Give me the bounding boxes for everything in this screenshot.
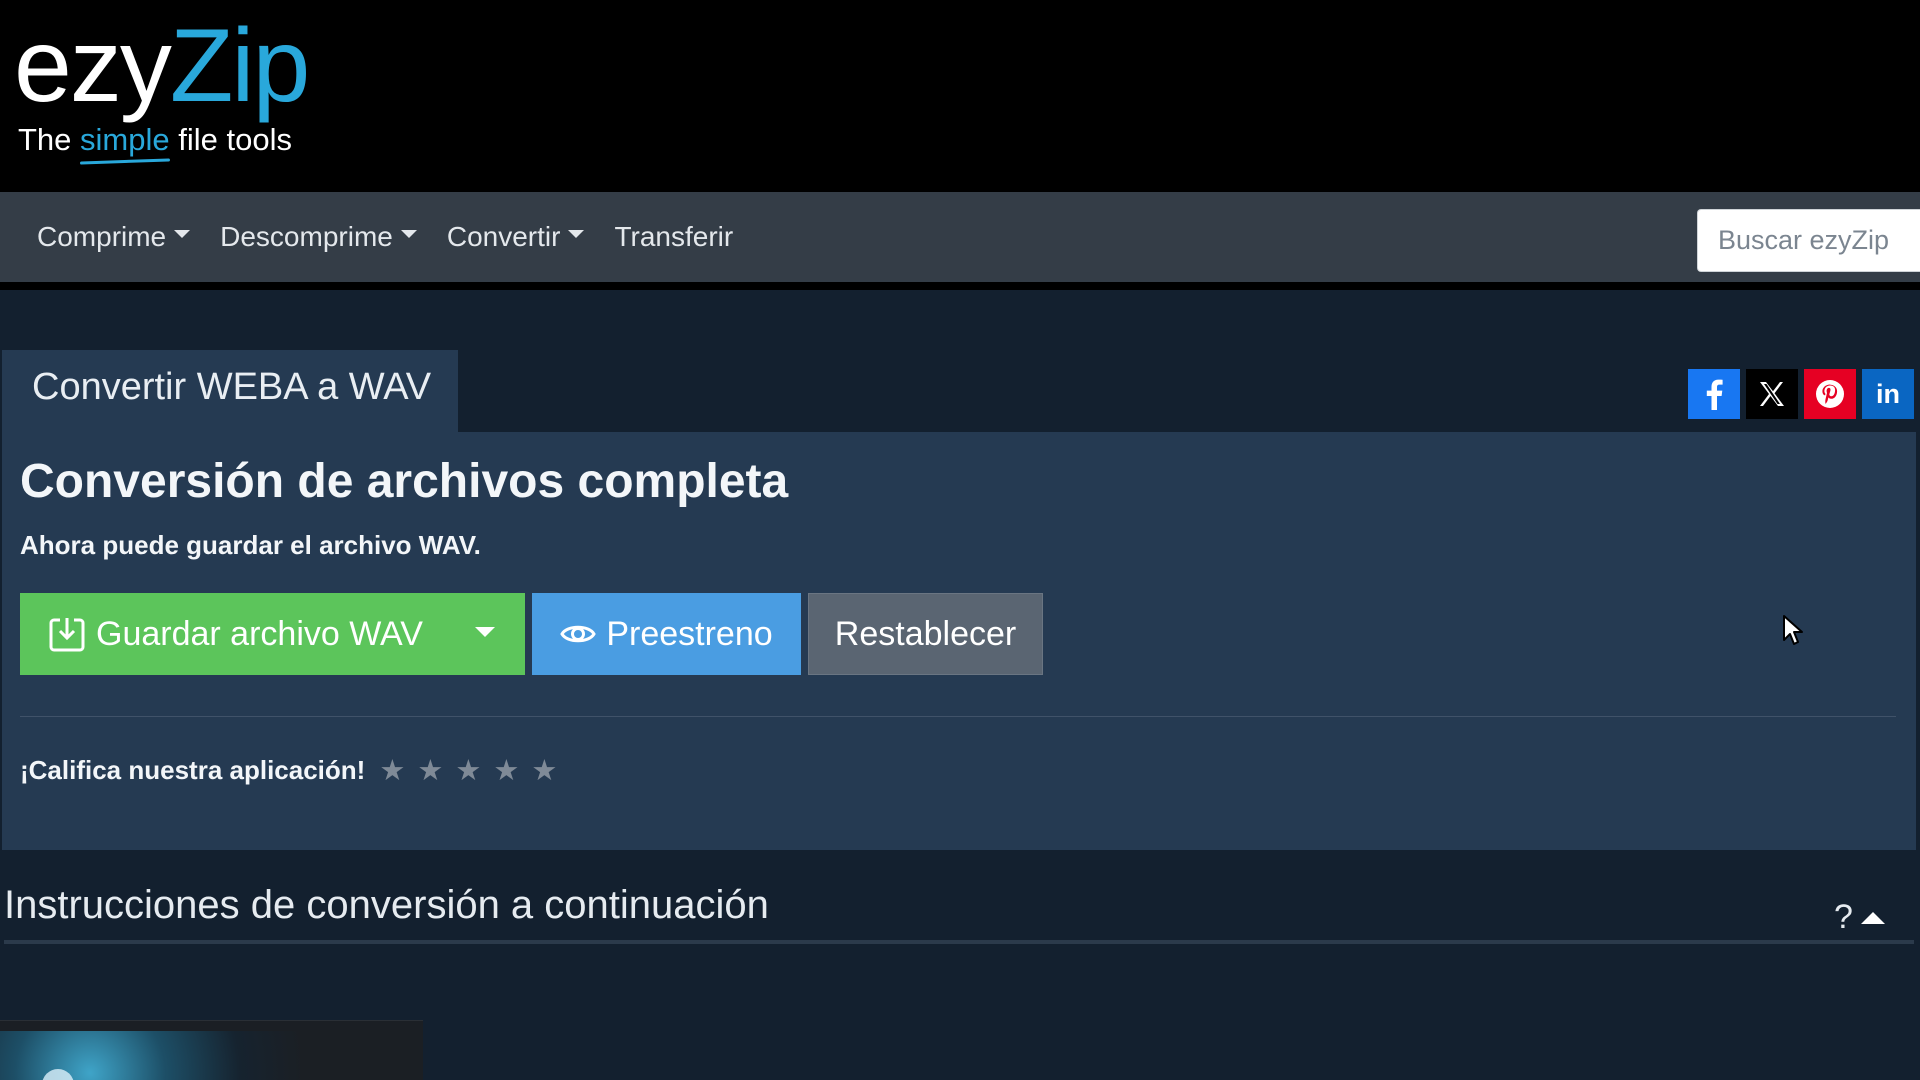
mouse-cursor-icon [1783,615,1803,645]
star-icon[interactable]: ★ [493,753,519,788]
x-share-button[interactable] [1746,369,1798,419]
nav-item-label: Descomprime [220,221,393,252]
conversion-result-panel: Conversión de archivos completa Ahora pu… [2,432,1916,850]
nav-item-transferir[interactable]: Transferir [614,221,733,253]
nav-item-label: Comprime [37,221,167,252]
star-icon[interactable]: ★ [417,753,443,788]
nav-item-convertir[interactable]: Convertir [447,221,585,253]
tagline-after: file tools [178,122,292,157]
panel-divider [20,716,1896,717]
instructions-heading: Instrucciones de conversión a continuaci… [4,883,769,927]
page: ezyZip The simple file tools Comprime De… [0,0,1920,1080]
eye-icon [560,625,597,643]
star-icon[interactable]: ★ [531,753,557,788]
tab-convertir-weba-wav[interactable]: Convertir WEBA a WAV [2,350,458,432]
save-button-label: Guardar archivo WAV [96,614,423,653]
site-header: ezyZip The simple file tools [0,0,1920,192]
linkedin-icon: in [1876,378,1900,409]
caret-up-icon [1860,911,1885,924]
nav-item-label: Convertir [446,221,561,252]
reset-button-label: Restablecer [834,614,1017,653]
facebook-icon [1706,379,1723,410]
conversion-title: Conversión de archivos completa [20,455,789,508]
instructions-toggle[interactable]: ? [1834,898,1885,937]
save-options-dropdown[interactable] [445,593,525,675]
rating-section: ¡Califica nuestra aplicación! ★ ★ ★ ★ ★ [20,753,557,788]
nav-item-descomprime[interactable]: Descomprime [220,221,417,253]
pinterest-icon [1816,380,1844,408]
preview-button-label: Preestreno [606,614,773,653]
facebook-share-button[interactable] [1688,369,1740,419]
video-thumbnail-image [0,1031,300,1080]
preview-button[interactable]: Preestreno [532,593,801,675]
help-icon: ? [1834,898,1853,936]
ezyzip-logo[interactable]: ezyZip The simple file tools [14,14,310,157]
logo-tagline: The simple file tools [18,122,292,158]
download-icon [49,617,85,652]
reset-button[interactable]: Restablecer [808,593,1043,675]
save-wav-button-group: Guardar archivo WAV [20,593,525,675]
star-icon[interactable]: ★ [455,753,481,788]
instructions-video-thumbnail[interactable] [0,1020,423,1080]
tab-label: Convertir WEBA a WAV [32,366,432,408]
conversion-subtitle: Ahora puede guardar el archivo WAV. [20,530,481,560]
main-navbar: Comprime Descomprime Convertir Transferi… [0,192,1920,290]
x-icon [1760,382,1784,406]
logo-zip: Zip [169,8,310,124]
linkedin-share-button[interactable]: in [1862,369,1914,419]
caret-down-icon [475,627,495,637]
search-input[interactable] [1697,209,1920,272]
rating-stars: ★ ★ ★ ★ ★ [379,753,557,788]
caret-down-icon [400,230,417,238]
caret-down-icon [174,230,191,238]
instructions-divider [4,940,1914,944]
save-wav-button[interactable]: Guardar archivo WAV [20,593,423,675]
nav-item-label: Transferir [614,221,734,252]
caret-down-icon [568,230,585,238]
rating-label: ¡Califica nuestra aplicación! [20,755,366,785]
tagline-before: The [18,122,72,157]
logo-ezy: ezy [14,8,172,124]
nav-item-comprime[interactable]: Comprime [37,221,191,253]
logo-wordmark: ezyZip [14,14,310,118]
star-icon[interactable]: ★ [379,753,405,788]
social-share-bar: in [1688,369,1914,419]
nav-menu: Comprime Descomprime Convertir Transferi… [37,192,733,282]
pinterest-share-button[interactable] [1804,369,1856,419]
tagline-highlight: simple [80,122,170,157]
